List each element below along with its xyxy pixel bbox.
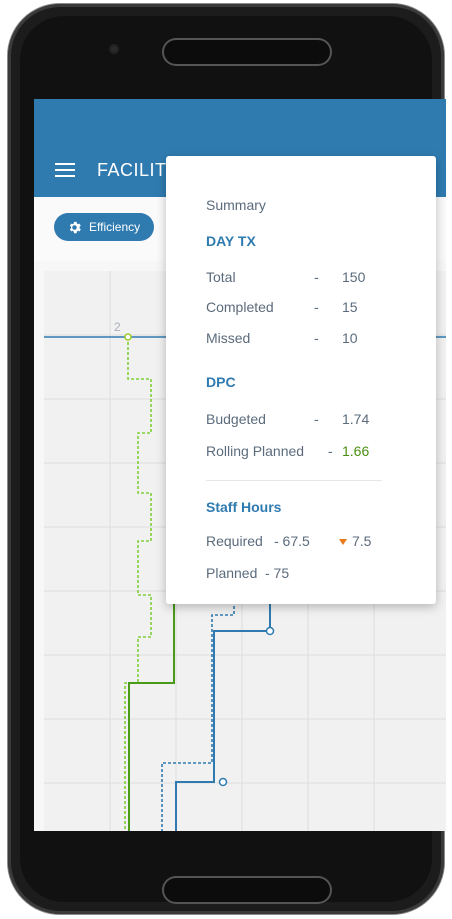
staff-hours-title: Staff Hours: [206, 499, 282, 515]
rolling-planned-sep: -: [328, 443, 333, 459]
completed-sep: -: [314, 299, 319, 315]
camera-icon: [109, 44, 119, 54]
missed-label: Missed: [206, 330, 251, 346]
green-marker-dot: [124, 333, 132, 341]
down-triangle-icon: [339, 539, 347, 545]
speaker-grille-top: [164, 40, 330, 64]
total-sep: -: [314, 269, 319, 285]
missed-sep: -: [314, 330, 319, 346]
section-divider: [206, 480, 382, 481]
page-title: FACILIT: [97, 160, 167, 180]
blue-solid-series: [175, 601, 271, 831]
planned-value: - 75: [265, 565, 290, 581]
total-label: Total: [206, 269, 236, 285]
missed-value: 10: [342, 330, 358, 346]
required-value: - 67.5: [274, 533, 310, 549]
rolling-planned-value: 1.66: [342, 443, 370, 459]
blue-dotted-series: [161, 601, 235, 831]
required-label: Required: [206, 533, 263, 549]
dpc-title: DPC: [206, 374, 236, 390]
marker-label: 2: [114, 320, 121, 334]
rolling-planned-label: Rolling Planned: [206, 443, 305, 459]
budgeted-label: Budgeted: [206, 411, 266, 427]
efficiency-chip-label: Efficiency: [89, 220, 141, 234]
planned-label: Planned: [206, 565, 258, 581]
blue-marker-dot-lower: [218, 777, 228, 787]
green-solid-series: [128, 601, 175, 831]
completed-value: 15: [342, 299, 358, 315]
completed-label: Completed: [206, 299, 274, 315]
gear-icon: [69, 221, 81, 233]
efficiency-chip[interactable]: Efficiency: [54, 213, 155, 241]
summary-header: Summary: [206, 197, 266, 213]
budgeted-sep: -: [314, 411, 319, 427]
total-value: 150: [342, 269, 366, 285]
required-delta: 7.5: [352, 533, 372, 549]
blue-marker-dot-upper: [265, 626, 275, 636]
day-tx-title: DAY TX: [206, 233, 256, 249]
speaker-grille-bottom: [164, 878, 330, 902]
budgeted-value: 1.74: [342, 411, 370, 427]
hamburger-menu-icon[interactable]: [55, 163, 75, 177]
summary-popup: Summary DAY TX Total - 150 Completed - 1…: [166, 156, 436, 604]
